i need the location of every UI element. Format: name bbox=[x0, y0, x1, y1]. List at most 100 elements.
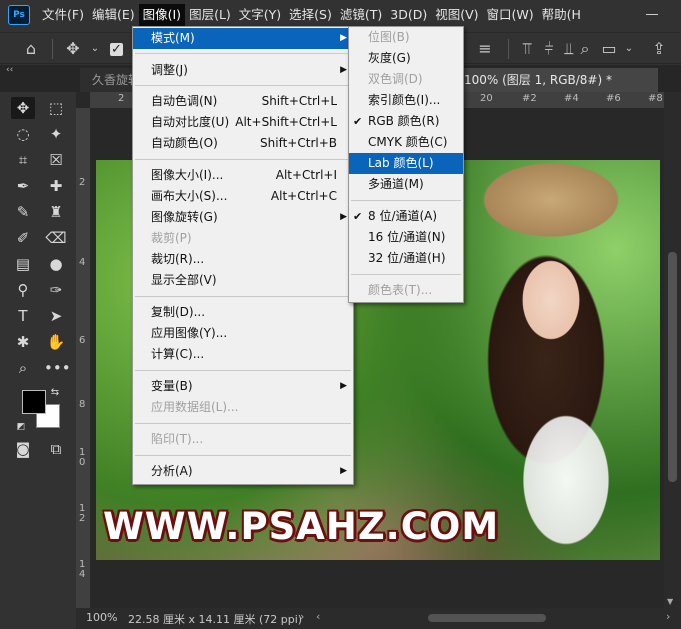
type-tool-icon[interactable]: T bbox=[11, 305, 35, 327]
menu-item-label: 分析(A) bbox=[151, 464, 193, 478]
menu-view[interactable]: 视图(V) bbox=[431, 4, 482, 26]
gradient-tool-icon[interactable]: ▤ bbox=[11, 253, 35, 275]
checkbox-icon[interactable]: ✓ bbox=[110, 43, 123, 56]
ruler-vertical[interactable]: 2 4 6 8 1 0 1 2 1 4 bbox=[76, 108, 90, 608]
healing-brush-icon[interactable]: ✚ bbox=[44, 175, 68, 197]
menu-item-image-size[interactable]: 图像大小(I)... Alt+Ctrl+I bbox=[133, 165, 353, 186]
menu-item-indexed-color[interactable]: 索引颜色(I)... bbox=[349, 90, 463, 111]
magic-wand-icon[interactable]: ✦ bbox=[44, 123, 68, 145]
move-tool-icon[interactable]: ✥ bbox=[11, 97, 35, 119]
menu-item-label: 自动对比度(U) bbox=[151, 115, 230, 129]
menu-item-trim[interactable]: 裁切(R)... bbox=[133, 249, 353, 270]
scrollbar-thumb[interactable] bbox=[428, 614, 546, 622]
menu-item-8-bits[interactable]: ✔ 8 位/通道(A) bbox=[349, 206, 463, 227]
menu-item-image-rotation[interactable]: 图像旋转(G) ▶ bbox=[133, 207, 353, 228]
scroll-left-icon[interactable]: ‹ bbox=[316, 610, 320, 623]
menu-item-lab-color[interactable]: Lab 颜色(L) bbox=[349, 153, 463, 174]
move-tool-icon[interactable]: ✥ bbox=[64, 40, 82, 58]
menu-help[interactable]: 帮助(H bbox=[538, 4, 585, 26]
tab-document-active[interactable]: 100% (图层 1, RGB/8#) * bbox=[440, 68, 658, 92]
menu-select[interactable]: 选择(S) bbox=[285, 4, 336, 26]
frame-tool-icon[interactable]: ☒ bbox=[44, 149, 68, 171]
menu-item-label: 复制(D)... bbox=[151, 305, 206, 319]
menu-image[interactable]: 图像(I) bbox=[138, 4, 186, 26]
search-icon[interactable]: ⌕ bbox=[576, 40, 594, 58]
menu-item-reveal-all[interactable]: 显示全部(V) bbox=[133, 270, 353, 291]
menu-item-rgb-color[interactable]: ✔ RGB 颜色(R) bbox=[349, 111, 463, 132]
watermark-text: WWW.PSAHZ.COM bbox=[103, 505, 500, 548]
menu-type[interactable]: 文字(Y) bbox=[235, 4, 285, 26]
crop-tool-icon[interactable]: ⌗ bbox=[11, 149, 35, 171]
menu-filter[interactable]: 滤镜(T) bbox=[336, 4, 386, 26]
eraser-tool-icon[interactable]: ⌫ bbox=[44, 227, 68, 249]
menu-item-apply-image[interactable]: 应用图像(Y)... bbox=[133, 323, 353, 344]
menu-item-label: RGB 颜色(R) bbox=[368, 114, 440, 128]
menu-item-auto-color[interactable]: 自动颜色(O) Shift+Ctrl+B bbox=[133, 133, 353, 154]
align-icon[interactable]: ≡ bbox=[476, 40, 494, 58]
menu-item-canvas-size[interactable]: 画布大小(S)... Alt+Ctrl+C bbox=[133, 186, 353, 207]
tab-document-inactive[interactable]: 久香旋转 bbox=[80, 68, 140, 92]
status-menu-arrow[interactable]: › bbox=[300, 610, 304, 623]
chevron-down-icon[interactable]: ⌄ bbox=[620, 40, 638, 58]
vertical-scrollbar[interactable]: ▼ bbox=[664, 92, 681, 608]
scroll-right-icon[interactable]: › bbox=[666, 610, 670, 623]
zoom-tool-icon[interactable]: ⌕ bbox=[11, 357, 35, 379]
align-top-icon[interactable]: ⫪ bbox=[518, 40, 536, 58]
chevron-down-icon[interactable]: ▼ bbox=[667, 597, 673, 606]
menu-item-cmyk-color[interactable]: CMYK 颜色(C) bbox=[349, 132, 463, 153]
scrollbar-thumb[interactable] bbox=[668, 252, 677, 482]
minimize-icon[interactable] bbox=[643, 4, 661, 24]
menu-3d[interactable]: 3D(D) bbox=[386, 4, 431, 26]
hand-tool-icon[interactable]: ✋ bbox=[44, 331, 68, 353]
foreground-color[interactable] bbox=[22, 390, 46, 414]
lasso-tool-icon[interactable]: ◌ bbox=[11, 123, 35, 145]
menu-item-label: 陷印(T)... bbox=[151, 432, 204, 446]
menu-layer[interactable]: 图层(L) bbox=[185, 4, 235, 26]
menu-item-label: 自动色调(N) bbox=[151, 94, 218, 108]
menu-edit[interactable]: 编辑(E) bbox=[88, 4, 139, 26]
brush-tool-icon[interactable]: ✎ bbox=[11, 201, 35, 223]
menu-item-variables[interactable]: 变量(B) ▶ bbox=[133, 376, 353, 397]
chevron-down-icon[interactable]: ⌄ bbox=[86, 40, 104, 58]
menu-item-16-bits[interactable]: 16 位/通道(N) bbox=[349, 227, 463, 248]
workspace-icon[interactable]: ▭ bbox=[600, 40, 618, 58]
menu-item-analysis[interactable]: 分析(A) ▶ bbox=[133, 461, 353, 482]
menu-item-label: 裁切(R)... bbox=[151, 252, 205, 266]
collapse-icon[interactable]: ‹‹ bbox=[6, 65, 13, 79]
menu-window[interactable]: 窗口(W) bbox=[483, 4, 538, 26]
shape-tool-icon[interactable]: ✱ bbox=[11, 331, 35, 353]
menu-separator bbox=[135, 455, 351, 456]
menu-item-adjust[interactable]: 调整(J) ▶ bbox=[133, 60, 353, 81]
dodge-tool-icon[interactable]: ⚲ bbox=[11, 279, 35, 301]
marquee-tool-icon[interactable]: ⬚ bbox=[44, 97, 68, 119]
screen-mode-icon[interactable]: ⧉ bbox=[44, 438, 68, 460]
menu-item-auto-tone[interactable]: 自动色调(N) Shift+Ctrl+L bbox=[133, 91, 353, 112]
share-icon[interactable]: ⇪ bbox=[650, 40, 668, 58]
horizontal-scrollbar[interactable] bbox=[330, 611, 660, 625]
menu-item-mode[interactable]: 模式(M) ▶ bbox=[133, 28, 353, 49]
photoshop-logo[interactable]: Ps bbox=[8, 5, 30, 25]
pen-tool-icon[interactable]: ✑ bbox=[44, 279, 68, 301]
zoom-level[interactable]: 100% bbox=[86, 611, 117, 624]
default-colors-icon[interactable]: ◩ bbox=[14, 416, 28, 438]
swap-colors-icon[interactable]: ⇆ bbox=[48, 382, 62, 404]
menu-item-calculations[interactable]: 计算(C)... bbox=[133, 344, 353, 365]
menu-separator bbox=[351, 274, 461, 275]
menu-item-grayscale[interactable]: 灰度(G) bbox=[349, 48, 463, 69]
path-select-icon[interactable]: ➤ bbox=[44, 305, 68, 327]
menu-item-32-bits[interactable]: 32 位/通道(H) bbox=[349, 248, 463, 269]
home-icon[interactable]: ⌂ bbox=[22, 40, 40, 58]
align-middle-icon[interactable]: ⫩ bbox=[540, 40, 558, 58]
quick-mask-icon[interactable]: ◙ bbox=[11, 438, 35, 460]
stamp-tool-icon[interactable]: ♜ bbox=[44, 201, 68, 223]
menu-item-duplicate[interactable]: 复制(D)... bbox=[133, 302, 353, 323]
more-tools-icon[interactable]: ••• bbox=[44, 357, 71, 379]
blur-tool-icon[interactable]: ● bbox=[44, 253, 68, 275]
history-brush-icon[interactable]: ✐ bbox=[11, 227, 35, 249]
menu-item-auto-contrast[interactable]: 自动对比度(U) Alt+Shift+Ctrl+L bbox=[133, 112, 353, 133]
eyedropper-icon[interactable]: ✒ bbox=[11, 175, 35, 197]
menu-file[interactable]: 文件(F) bbox=[38, 4, 88, 26]
menu-item-multichannel[interactable]: 多通道(M) bbox=[349, 174, 463, 195]
ruler-label: #6 bbox=[606, 93, 621, 104]
menu-item-label: 双色调(D) bbox=[368, 72, 423, 86]
